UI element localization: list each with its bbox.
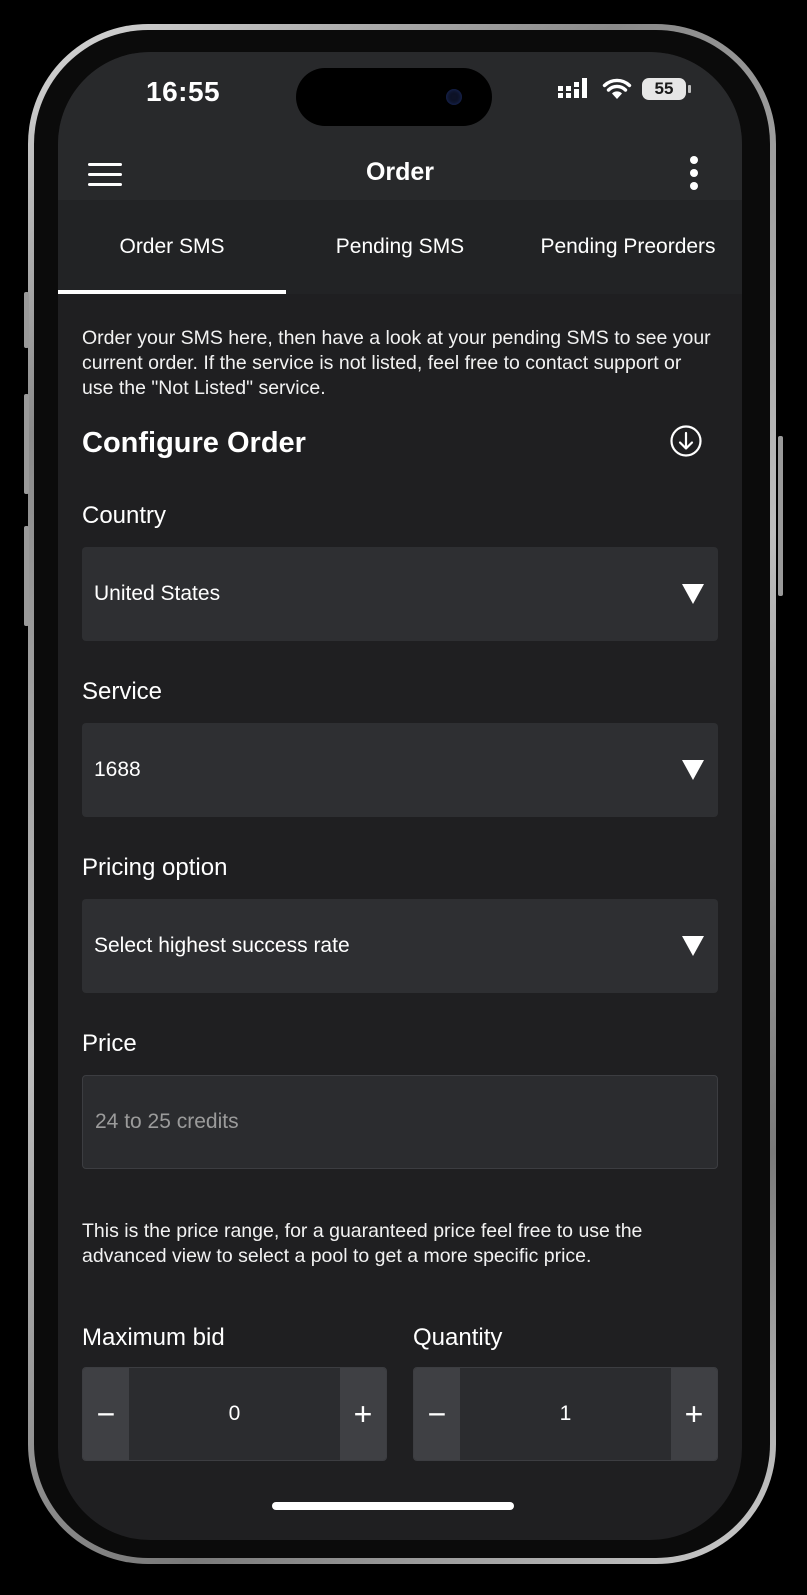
front-camera-icon	[446, 89, 462, 105]
country-value: United States	[94, 582, 221, 605]
price-field: Price 24 to 25 credits	[82, 1029, 718, 1169]
page-title: Order	[365, 158, 435, 186]
pricing-option-label: Pricing option	[82, 854, 228, 881]
bid-quantity-row: Maximum bid − 0 + Quantity − 1 +	[82, 1323, 718, 1461]
dynamic-island	[296, 68, 492, 126]
price-input[interactable]: 24 to 25 credits	[82, 1075, 718, 1169]
maximum-bid-input[interactable]: 0	[129, 1368, 340, 1460]
maximum-bid-increment-button[interactable]: +	[340, 1368, 386, 1460]
country-select[interactable]: United States	[82, 547, 718, 641]
service-value: 1688	[94, 758, 141, 781]
section-title: Configure Order	[82, 427, 306, 459]
more-options-icon[interactable]	[684, 154, 704, 192]
home-indicator[interactable]	[272, 1502, 514, 1510]
battery-icon: 55	[642, 78, 691, 100]
pricing-option-field: Pricing option Select highest success ra…	[82, 853, 718, 993]
maximum-bid-field: Maximum bid − 0 +	[82, 1323, 387, 1461]
price-hint-text: This is the price range, for a guarantee…	[82, 1220, 643, 1267]
app-bar: Order	[58, 148, 742, 200]
service-select[interactable]: 1688	[82, 723, 718, 817]
service-field: Service 1688	[82, 677, 718, 817]
price-label: Price	[82, 1030, 137, 1057]
app-screen: 16:55 55 Order Order SMS Pending SMS Pen…	[58, 52, 742, 1540]
wifi-icon	[602, 78, 632, 99]
caret-down-icon	[682, 936, 704, 956]
caret-down-icon	[682, 584, 704, 604]
price-placeholder: 24 to 25 credits	[95, 1110, 239, 1133]
tab-pending-sms[interactable]: Pending SMS	[286, 200, 514, 294]
maximum-bid-stepper: − 0 +	[82, 1367, 387, 1461]
country-field: Country United States	[82, 501, 718, 641]
side-button-volume-down	[24, 526, 29, 626]
tab-pending-preorders[interactable]: Pending Preorders	[514, 200, 742, 294]
cellular-signal-icon	[558, 78, 587, 98]
service-label: Service	[82, 678, 163, 705]
caret-down-icon	[682, 760, 704, 780]
pricing-option-select[interactable]: Select highest success rate	[82, 899, 718, 993]
side-button-silent	[24, 292, 29, 348]
status-bar: 16:55 55	[58, 52, 742, 148]
pricing-option-value: Select highest success rate	[94, 934, 350, 957]
status-time: 16:55	[146, 76, 221, 107]
configure-order-header: Configure Order	[82, 423, 718, 463]
order-form: Order your SMS here, then have a look at…	[82, 294, 718, 1461]
country-label: Country	[82, 502, 167, 529]
quantity-decrement-button[interactable]: −	[414, 1368, 460, 1460]
maximum-bid-label: Maximum bid	[82, 1324, 225, 1351]
status-icons: 55	[558, 78, 691, 100]
quantity-label: Quantity	[413, 1324, 503, 1351]
side-button-power	[778, 436, 783, 596]
quantity-input[interactable]: 1	[460, 1368, 671, 1460]
download-circle-icon[interactable]	[670, 425, 702, 457]
side-button-volume-up	[24, 394, 29, 494]
intro-text: Order your SMS here, then have a look at…	[82, 327, 711, 399]
quantity-stepper: − 1 +	[413, 1367, 718, 1461]
quantity-field: Quantity − 1 +	[413, 1323, 718, 1461]
tab-order-sms[interactable]: Order SMS	[58, 200, 286, 294]
quantity-increment-button[interactable]: +	[671, 1368, 717, 1460]
tab-bar: Order SMS Pending SMS Pending Preorders	[58, 200, 742, 294]
maximum-bid-decrement-button[interactable]: −	[83, 1368, 129, 1460]
